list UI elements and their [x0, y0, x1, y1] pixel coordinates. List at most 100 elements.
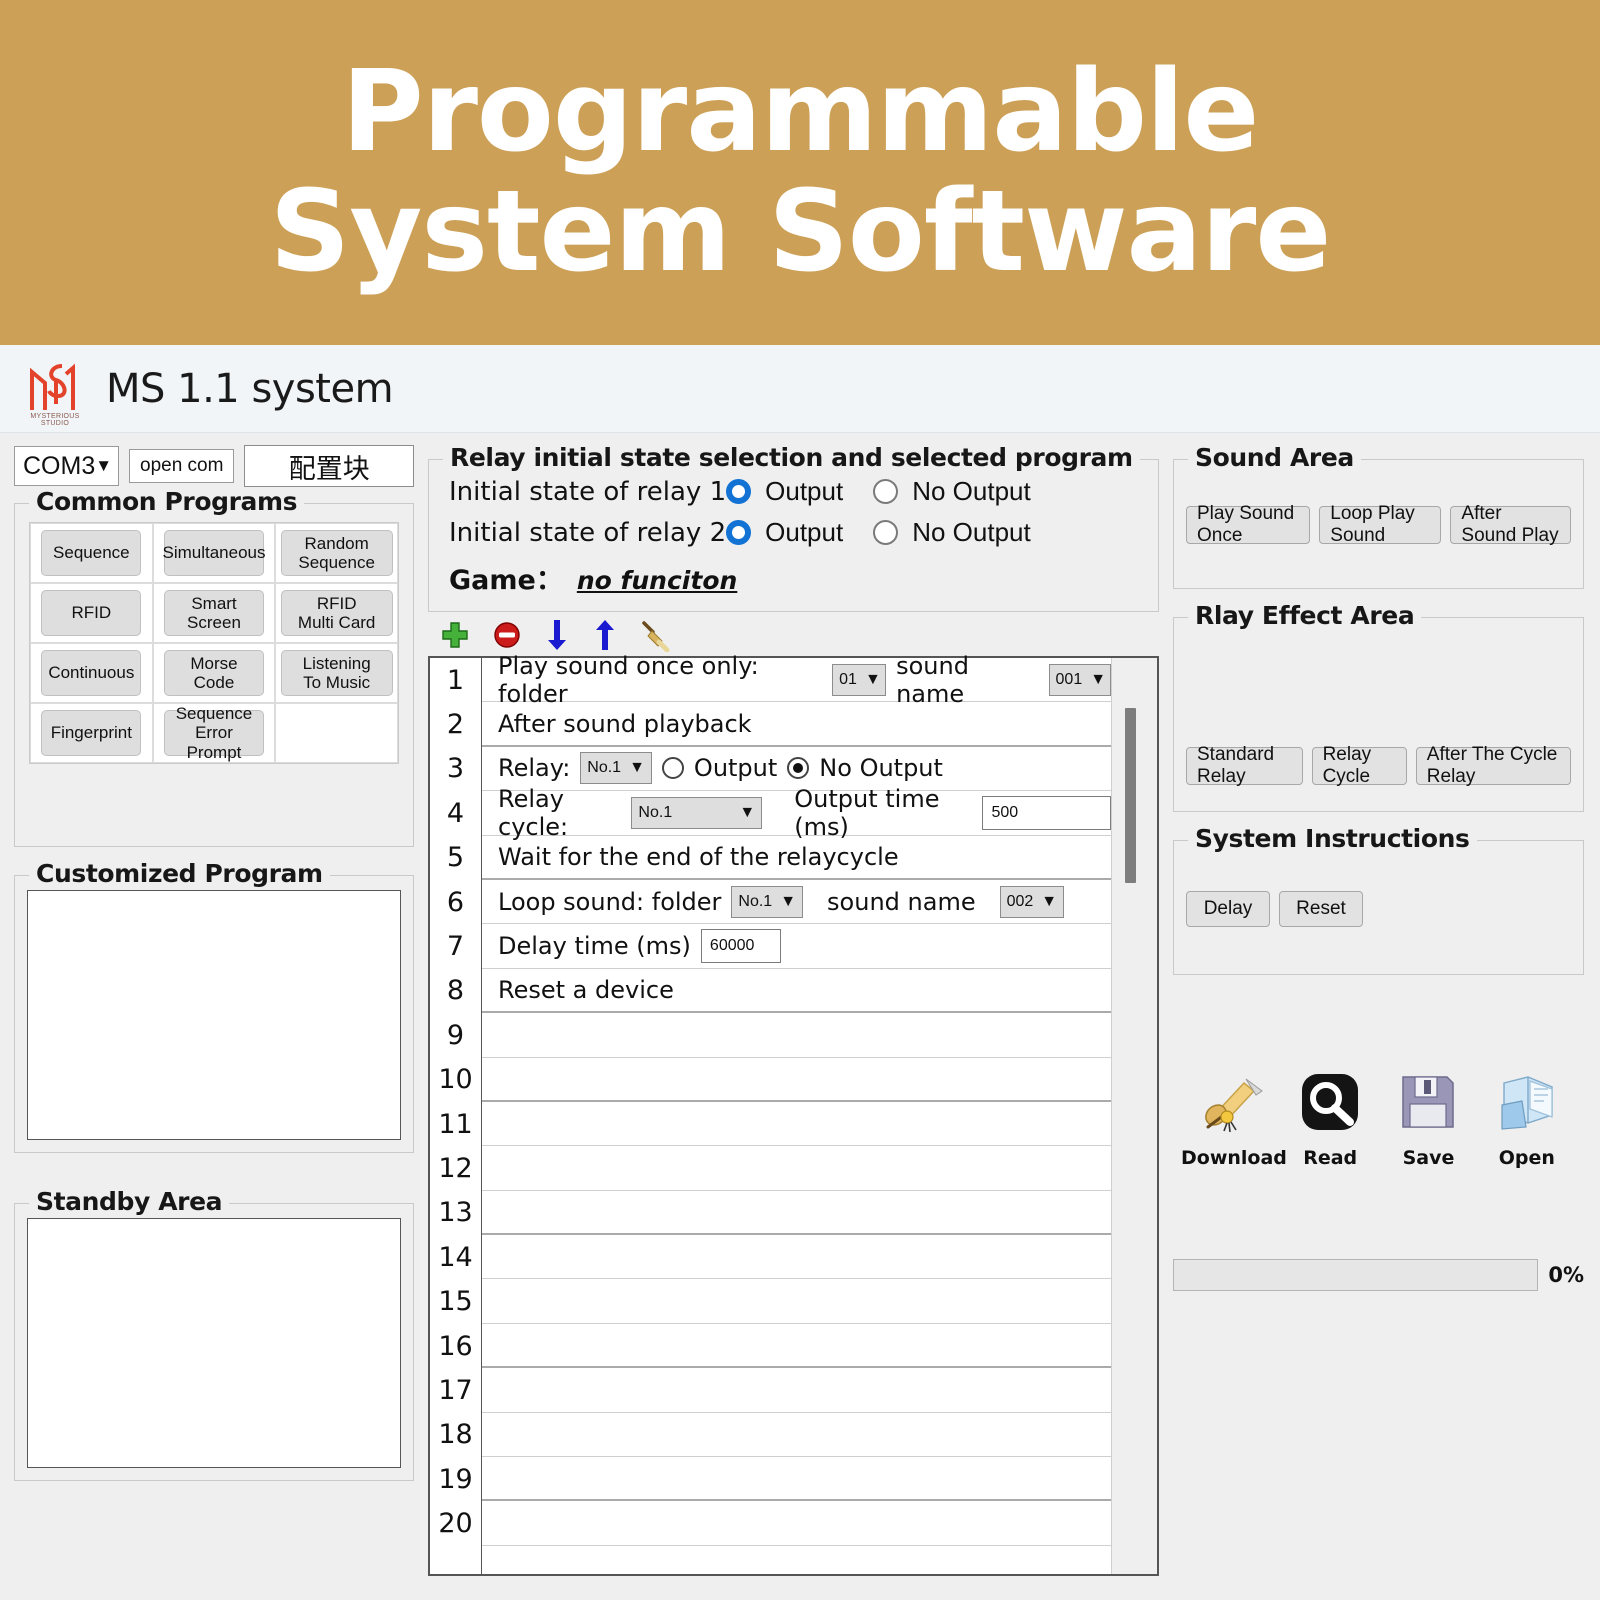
row-number: 1: [446, 664, 465, 696]
row2-label: After sound playback: [498, 709, 752, 738]
reset-button[interactable]: Reset: [1279, 890, 1363, 927]
floppy-save-icon: [1379, 1061, 1477, 1143]
program-button-simultaneous[interactable]: Simultaneous: [162, 530, 266, 576]
program-button-smart-screen[interactable]: Smart Screen: [163, 590, 264, 636]
table-row[interactable]: Delay time (ms) 60000: [482, 924, 1111, 969]
table-row[interactable]: Reset a device: [482, 969, 1111, 1014]
row-number: 17: [438, 1374, 473, 1406]
table-row[interactable]: After sound playback: [482, 702, 1111, 747]
program-button-random-sequence[interactable]: Random Sequence: [280, 530, 393, 576]
program-button-sequence[interactable]: Sequence: [41, 530, 142, 576]
row-number: 3: [446, 753, 465, 785]
banner-title: Programmable System Software: [269, 52, 1332, 297]
delay-button[interactable]: Delay: [1186, 890, 1270, 927]
relay2-no-output-radio[interactable]: [873, 520, 899, 545]
table-row[interactable]: [482, 1501, 1111, 1546]
relay1-label: Initial state of relay 1: [449, 476, 727, 507]
row-number: 9: [446, 1019, 465, 1051]
system-instructions-group: System Instructions Delay Reset: [1173, 824, 1584, 975]
program-cell-empty: [275, 703, 398, 763]
row1-folder-select[interactable]: 01 ▼: [832, 663, 887, 696]
game-value[interactable]: no funciton: [577, 566, 737, 595]
table-row[interactable]: [482, 1191, 1111, 1236]
chevron-down-icon: ▼: [629, 759, 645, 777]
download-action[interactable]: Download: [1181, 1061, 1287, 1169]
clear-icon[interactable]: [640, 618, 674, 652]
program-list: 1 2 3 4 5 6 7 8 9 10 11 12 13 14 15 16 1: [428, 652, 1159, 1576]
row-number: 15: [438, 1286, 473, 1318]
com-port-select[interactable]: COM3 ▼: [14, 446, 119, 486]
program-list-scrollbar[interactable]: [1111, 658, 1157, 1574]
scrollbar-thumb[interactable]: [1125, 708, 1136, 883]
program-button-morse-code[interactable]: Morse Code: [163, 650, 264, 696]
relay2-output-label: Output: [765, 517, 844, 547]
row-number: 10: [438, 1064, 473, 1096]
row5-label: Wait for the end of the relaycycle: [498, 842, 899, 871]
row6-label: Loop sound: folder: [498, 887, 722, 916]
row4-output-time-input[interactable]: 500: [982, 795, 1112, 830]
row1-sound-name-select[interactable]: 001 ▼: [1048, 663, 1111, 696]
open-action[interactable]: Open: [1478, 1061, 1576, 1169]
table-row[interactable]: [482, 1013, 1111, 1058]
relay1-no-output-radio[interactable]: [873, 479, 899, 504]
table-row[interactable]: [482, 1058, 1111, 1102]
program-button-sequence-error-prompt[interactable]: Sequence Error Prompt: [163, 704, 264, 762]
move-down-icon[interactable]: [544, 618, 570, 652]
progress-percent-label: 0%: [1548, 1263, 1584, 1287]
table-row[interactable]: Loop sound: folder No.1 ▼ sound name 002…: [482, 880, 1111, 925]
row7-delay-input[interactable]: 60000: [700, 929, 781, 964]
after-sound-play-button[interactable]: After Sound Play: [1450, 503, 1572, 546]
program-cell: Random Sequence: [275, 523, 398, 583]
banner-title-line2: System Software: [269, 166, 1332, 297]
row3-output-radio[interactable]: [661, 757, 684, 780]
remove-icon[interactable]: [492, 620, 522, 650]
save-action[interactable]: Save: [1379, 1061, 1477, 1169]
table-row[interactable]: Wait for the end of the relaycycle: [482, 836, 1111, 880]
table-row[interactable]: [482, 1457, 1111, 1502]
table-row[interactable]: [482, 1102, 1111, 1147]
program-cell: Morse Code: [152, 643, 276, 703]
row3-relay-select[interactable]: No.1 ▼: [580, 752, 652, 785]
config-block-button[interactable]: 配置块: [244, 445, 414, 487]
middle-column: Relay initial state selection and select…: [414, 441, 1159, 1576]
relay-cycle-button[interactable]: Relay Cycle: [1311, 744, 1407, 787]
move-up-icon[interactable]: [592, 618, 618, 652]
program-button-continuous[interactable]: Continuous: [41, 650, 142, 696]
table-row[interactable]: [482, 1368, 1111, 1413]
table-row[interactable]: [482, 1235, 1111, 1280]
row6-sound-name-select[interactable]: 002 ▼: [999, 885, 1065, 918]
after-the-cycle-relay-button[interactable]: After The Cycle Relay: [1415, 744, 1571, 787]
program-list-rows: Play sound once only: folder 01 ▼ sound …: [482, 652, 1112, 1574]
relay2-label: Initial state of relay 2: [449, 517, 727, 548]
open-com-button[interactable]: open com: [129, 449, 235, 483]
table-row[interactable]: [482, 1324, 1111, 1369]
row8-label: Reset a device: [498, 975, 674, 1004]
row4-relay-cycle-value: No.1: [638, 803, 673, 821]
program-cell: RFID Multi Card: [275, 583, 398, 643]
relay1-output-radio[interactable]: [726, 479, 752, 504]
program-button-rfid-multi-card[interactable]: RFID Multi Card: [280, 590, 393, 636]
table-row[interactable]: Play sound once only: folder 01 ▼ sound …: [482, 652, 1111, 708]
list-toolbar: [428, 612, 1159, 656]
table-row[interactable]: Relay cycle: No.1 ▼ Output time (ms) 500: [482, 785, 1112, 841]
table-row[interactable]: [482, 1413, 1111, 1458]
program-button-rfid[interactable]: RFID: [41, 590, 142, 636]
table-row[interactable]: [482, 1279, 1111, 1324]
row3-no-output-radio[interactable]: [787, 757, 810, 780]
read-action[interactable]: Read: [1281, 1061, 1379, 1169]
add-icon[interactable]: [440, 620, 470, 650]
standard-relay-button[interactable]: Standard Relay: [1186, 744, 1303, 787]
relay-effect-area-group: Rlay Effect Area Standard Relay Relay Cy…: [1173, 601, 1584, 812]
play-sound-once-button[interactable]: Play Sound Once: [1186, 503, 1311, 546]
relay2-output-radio[interactable]: [726, 520, 752, 545]
table-row[interactable]: [482, 1146, 1111, 1191]
row4-relay-cycle-select[interactable]: No.1 ▼: [631, 796, 763, 829]
row6-folder-select[interactable]: No.1 ▼: [731, 885, 804, 918]
standby-area-list[interactable]: [27, 1218, 401, 1468]
program-button-fingerprint[interactable]: Fingerprint: [41, 710, 142, 756]
customized-program-list[interactable]: [27, 890, 401, 1140]
loop-play-sound-button[interactable]: Loop Play Sound: [1319, 503, 1442, 546]
common-programs-grid: Sequence Simultaneous Random Sequence RFI…: [29, 522, 399, 764]
program-cell: Sequence: [30, 523, 153, 583]
program-button-listening-to-music[interactable]: Listening To Music: [280, 650, 393, 696]
